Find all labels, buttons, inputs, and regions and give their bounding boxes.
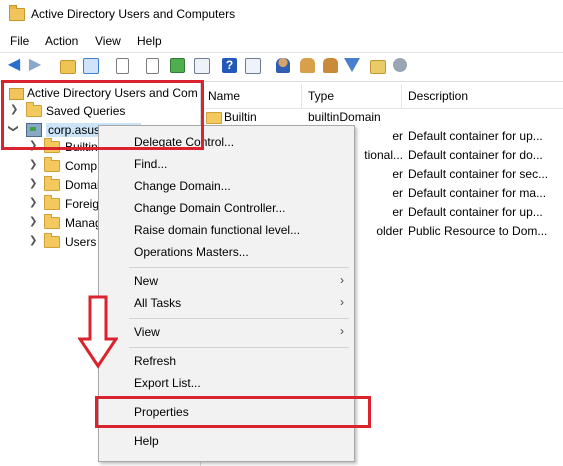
menu-item-export-list[interactable]: Export List...	[99, 372, 354, 394]
menu-item-operations-masters[interactable]: Operations Masters...	[99, 241, 354, 263]
help-icon[interactable]: ?	[222, 58, 237, 73]
submenu-arrow-icon: ›	[340, 273, 344, 287]
column-divider[interactable]	[301, 84, 302, 108]
down-arrow-icon	[78, 295, 118, 369]
list-item-type: builtinDomain	[308, 110, 381, 124]
back-arrow-icon[interactable]: ◀	[6, 57, 22, 73]
menu-item-find[interactable]: Find...	[99, 153, 354, 175]
tree-item-label: Manag	[65, 216, 102, 230]
folder-icon	[44, 195, 60, 210]
menu-separator	[129, 267, 349, 268]
title-bar: Active Directory Users and Computers	[0, 0, 563, 30]
users-icon[interactable]	[300, 58, 315, 73]
refresh-icon[interactable]	[170, 58, 185, 73]
menu-item-refresh[interactable]: Refresh	[99, 350, 354, 372]
folder-icon	[44, 176, 60, 191]
export-list-icon[interactable]	[146, 58, 159, 74]
menu-item-all-tasks[interactable]: All Tasks ›	[99, 292, 354, 314]
folder-icon	[44, 214, 60, 229]
chevron-right-icon[interactable]: ❯	[29, 159, 37, 170]
list-item-description: Default container for ma...	[408, 186, 547, 200]
list-item-description: Default container for up...	[408, 205, 543, 219]
chevron-right-icon[interactable]: ❯	[29, 178, 37, 189]
list-item-description: Public Resource to Dom...	[408, 224, 548, 238]
forward-arrow-icon[interactable]: ▶	[27, 57, 43, 73]
tree-item-label: Foreig	[65, 197, 100, 211]
menu-item-label: Find...	[134, 157, 168, 171]
menu-separator	[129, 347, 349, 348]
export-icon[interactable]	[194, 58, 210, 74]
tree-item-label: Users	[65, 235, 97, 249]
list-item-name: Builtin	[224, 110, 257, 124]
list-item-description: Default container for do...	[408, 148, 543, 162]
clipboard-icon[interactable]	[116, 58, 129, 74]
chevron-right-icon[interactable]: ❯	[29, 235, 37, 246]
tree-item-label: Comp	[65, 159, 98, 173]
column-name[interactable]: Name	[208, 89, 240, 103]
console-icon[interactable]	[245, 58, 261, 74]
folder-icon	[206, 112, 222, 124]
menu-action[interactable]: Action	[45, 34, 78, 48]
chevron-right-icon[interactable]: ❯	[29, 197, 37, 208]
menu-item-help[interactable]: Help	[99, 430, 354, 452]
menu-item-label: Help	[134, 434, 159, 448]
folder-icon	[44, 233, 60, 248]
folder-icon	[44, 157, 60, 172]
up-folder-icon[interactable]	[60, 60, 76, 74]
chevron-right-icon[interactable]: ❯	[29, 216, 37, 227]
window-title: Active Directory Users and Computers	[31, 7, 236, 21]
menu-separator	[129, 318, 349, 319]
show-console-tree-icon[interactable]	[83, 58, 99, 74]
submenu-arrow-icon: ›	[340, 324, 344, 338]
menu-item-label: All Tasks	[134, 296, 182, 310]
menu-item-label: Export List...	[134, 376, 201, 390]
submenu-arrow-icon: ›	[340, 295, 344, 309]
column-type[interactable]: Type	[308, 89, 334, 103]
menu-item-label: Change Domain...	[134, 179, 231, 193]
menu-item-change-domain-controller[interactable]: Change Domain Controller...	[99, 197, 354, 219]
column-description[interactable]: Description	[408, 89, 468, 103]
list-item-description: Default container for up...	[408, 129, 543, 143]
highlight-box-properties	[95, 396, 371, 428]
menu-item-raise-functional-level[interactable]: Raise domain functional level...	[99, 219, 354, 241]
highlight-box-tree	[1, 80, 204, 150]
menu-bar: File Action View Help	[0, 30, 563, 52]
list-header: Name Type Description	[201, 84, 563, 109]
list-item-description: Default container for sec...	[408, 167, 549, 181]
menu-item-label: View	[134, 325, 160, 339]
menu-view[interactable]: View	[95, 34, 121, 48]
toolbar: ◀ ▶ ?	[0, 52, 563, 82]
filter-icon[interactable]	[344, 58, 360, 72]
column-divider[interactable]	[401, 84, 402, 108]
menu-item-label: Raise domain functional level...	[134, 223, 301, 237]
tree-item-label: Domai	[65, 178, 100, 192]
menu-help[interactable]: Help	[137, 34, 162, 48]
menu-item-label: Refresh	[134, 354, 177, 368]
folder-open-icon[interactable]	[370, 60, 386, 74]
folder-icon	[9, 5, 25, 21]
menu-item-label: Change Domain Controller...	[134, 201, 286, 215]
group-icon[interactable]	[323, 58, 338, 73]
user-icon[interactable]	[276, 58, 290, 73]
menu-item-change-domain[interactable]: Change Domain...	[99, 175, 354, 197]
menu-item-view[interactable]: View ›	[99, 321, 354, 343]
menu-item-label: Operations Masters...	[134, 245, 249, 259]
menu-item-label: New	[134, 274, 159, 288]
menu-file[interactable]: File	[10, 34, 29, 48]
menu-item-new[interactable]: New ›	[99, 270, 354, 292]
delegate-icon[interactable]	[393, 58, 407, 72]
